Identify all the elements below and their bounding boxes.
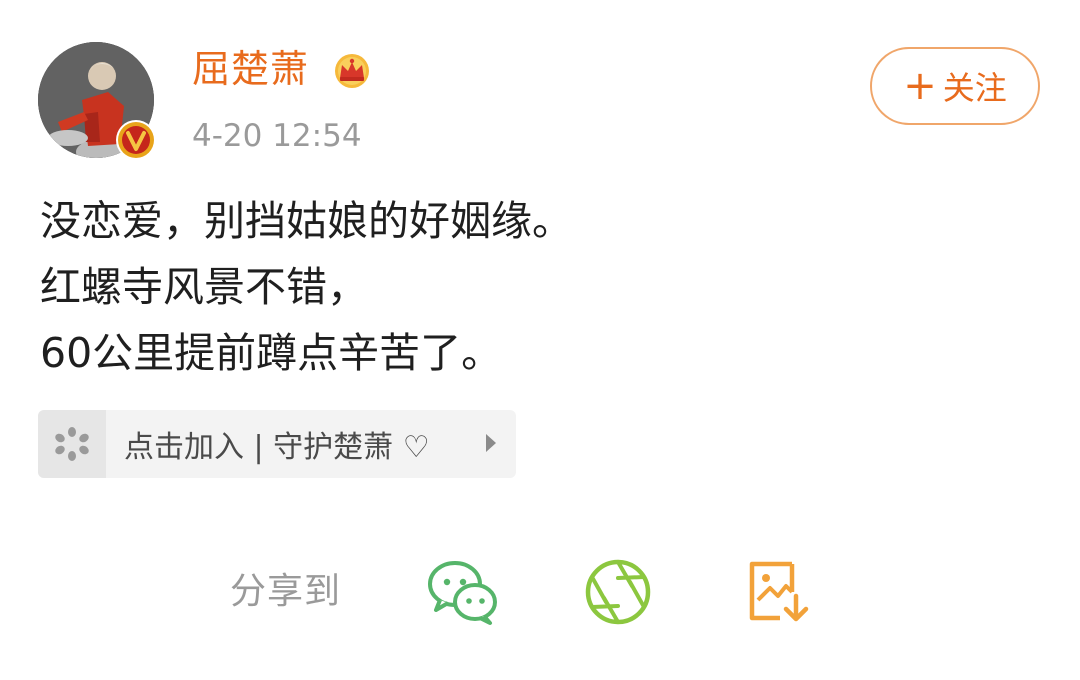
verified-badge [116, 120, 156, 160]
crown-icon [335, 54, 369, 88]
fan-group-label: 点击加入 | 守护楚萧 ♡ [124, 430, 430, 465]
follow-button[interactable]: + 关注 [870, 47, 1040, 125]
moments-icon[interactable] [582, 556, 654, 628]
post-content-line: 红螺寺风景不错， [40, 263, 368, 311]
follow-button-label: 关注 [942, 69, 1007, 107]
author-name[interactable]: 屈楚萧 [192, 44, 309, 94]
verified-v-icon [118, 122, 154, 158]
fan-group-icon [38, 410, 106, 478]
post-content: 没恋爱，别挡姑娘的好姻缘。 红螺寺风景不错， 60公里提前蹲点辛苦了。 [40, 188, 1040, 386]
chevron-right-icon [486, 434, 496, 452]
post-timestamp: 4-20 12:54 [192, 118, 362, 154]
save-image-icon[interactable] [742, 556, 814, 628]
post-content-line: 60公里提前蹲点辛苦了。 [40, 329, 503, 377]
share-label: 分享到 [230, 571, 342, 612]
plus-icon: + [903, 63, 937, 109]
post-content-line: 没恋爱，别挡姑娘的好姻缘。 [40, 197, 573, 245]
fan-group-card[interactable]: 点击加入 | 守护楚萧 ♡ [38, 410, 516, 478]
wechat-icon[interactable] [426, 556, 498, 628]
